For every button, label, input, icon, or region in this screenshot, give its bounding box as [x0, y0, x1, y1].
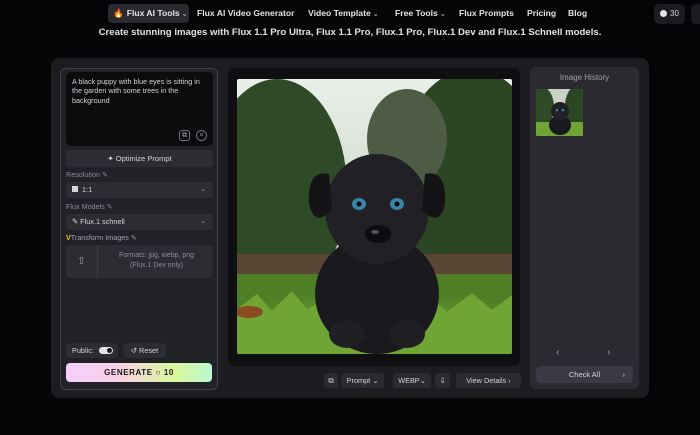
nav-free-tools[interactable]: Free Tools ⌄	[395, 4, 446, 23]
copy-icon: ⧉	[328, 376, 334, 385]
square-icon	[72, 186, 78, 192]
prompt-dropdown-label: Prompt	[346, 376, 371, 385]
format-dropdown-label: WEBP	[398, 376, 420, 385]
download-icon: ⇩	[439, 376, 446, 385]
history-thumbnail-puppy	[536, 89, 583, 136]
account-button[interactable]	[691, 4, 700, 24]
nav-free-tools-label: Free Tools	[395, 8, 438, 18]
download-button[interactable]: ⇩	[435, 373, 450, 388]
upload-formats-line1: Formats: jpg, webp, png	[118, 252, 195, 259]
chevron-right-icon: ›	[622, 370, 626, 379]
credit-coin-icon: ○	[155, 368, 161, 377]
nav-flux-prompts[interactable]: Flux Prompts	[459, 4, 514, 23]
view-details-button[interactable]: View Details ›	[456, 373, 521, 388]
nav-video-template[interactable]: Video Template ⌄	[308, 4, 379, 23]
public-toggle-group: Public:	[66, 343, 118, 358]
resolution-value: 1:1	[82, 185, 93, 194]
chevron-down-icon: ⌄	[372, 11, 379, 18]
upload-formats-text: Formats: jpg, webp, png (Flux.1 Dev only…	[100, 251, 213, 271]
public-toggle[interactable]	[99, 347, 113, 354]
resolution-label: Resolution ✎	[66, 170, 108, 179]
upload-icon[interactable]: ⇧	[66, 245, 98, 278]
reset-label: Reset	[139, 346, 159, 355]
magic-icon: ✦	[107, 154, 116, 163]
chevron-down-icon: ⌄	[419, 376, 426, 385]
model-select[interactable]: ✎ Flux.1 schnell ⌄	[66, 214, 213, 230]
pencil-icon: ✎	[130, 233, 137, 242]
prompt-input[interactable]: A black puppy with blue eyes is sitting …	[66, 72, 213, 146]
chevron-down-icon: ⌄	[200, 218, 206, 225]
chevron-down-icon: ⌄	[181, 11, 188, 18]
image-upload-dropzone[interactable]: ⇧ Formats: jpg, webp, png (Flux.1 Dev on…	[66, 245, 213, 278]
nav-brand-label: Flux AI Tools	[126, 8, 180, 18]
nav-blog[interactable]: Blog	[568, 4, 587, 23]
page-subtitle: Create stunning images with Flux 1.1 Pro…	[98, 27, 602, 38]
nav-pricing[interactable]: Pricing	[527, 4, 556, 23]
pencil-icon: ✎	[106, 202, 113, 211]
credit-coin-icon	[660, 10, 668, 17]
generated-image-puppy	[237, 79, 512, 354]
flux-models-label-text: Flux Models	[66, 202, 105, 211]
copy-icon[interactable]: ⧉	[179, 130, 190, 141]
clear-icon[interactable]: ×	[196, 130, 207, 141]
chevron-right-icon[interactable]: ›	[607, 347, 610, 358]
flux-models-label: Flux Models ✎	[66, 202, 113, 211]
image-history-title: Image History	[559, 73, 610, 82]
format-dropdown[interactable]: WEBP⌄	[393, 373, 431, 388]
check-all-label: Check All	[568, 370, 601, 379]
transform-images-label: VTransform Images ✎	[66, 233, 137, 242]
generate-label: GENERATE	[104, 368, 153, 377]
view-details-label: View Details	[466, 376, 507, 385]
chevron-right-icon: ›	[508, 376, 511, 385]
resolution-select[interactable]: 1:1 ⌄	[66, 182, 213, 198]
nav-video-generator[interactable]: Flux AI Video Generator	[197, 4, 294, 23]
model-value: Flux.1 schnell	[80, 217, 125, 226]
eraser-icon: ↺	[130, 346, 140, 355]
generate-cost: 10	[163, 368, 174, 377]
prompt-dropdown[interactable]: Prompt ⌄	[341, 373, 384, 388]
public-label: Public:	[72, 346, 94, 355]
copy-image-button[interactable]: ⧉	[324, 373, 338, 388]
credits-count: 30	[670, 9, 679, 18]
credits-badge[interactable]: 30	[654, 4, 685, 24]
resolution-label-text: Resolution	[66, 170, 100, 179]
generated-image[interactable]	[237, 79, 512, 354]
upload-formats-line2: (Flux.1 Dev only)	[130, 262, 183, 269]
nav-brand-menu[interactable]: 🔥 Flux AI Tools ⌄	[108, 4, 189, 23]
model-icon: ✎	[72, 217, 81, 226]
check-all-button[interactable]: Check All ›	[536, 366, 633, 383]
chevron-down-icon: ⌄	[439, 11, 446, 18]
generate-button[interactable]: GENERATE ○ 10	[66, 363, 212, 382]
prompt-text: A black puppy with blue eyes is sitting …	[72, 77, 200, 105]
history-thumbnail[interactable]	[536, 89, 583, 136]
top-nav: 🔥 Flux AI Tools ⌄ Flux AI Video Generator …	[0, 4, 700, 24]
optimize-prompt-label: Optimize Prompt	[115, 154, 172, 163]
chevron-left-icon[interactable]: ‹	[556, 347, 559, 358]
chevron-down-icon: ⌄	[200, 186, 206, 193]
flame-icon: 🔥	[113, 8, 124, 18]
nav-video-template-label: Video Template	[308, 8, 371, 18]
transform-label-text: Transform Images	[70, 233, 129, 242]
optimize-prompt-button[interactable]: ✦ Optimize Prompt	[66, 150, 213, 167]
reset-button[interactable]: ↺ Reset	[123, 343, 166, 358]
pencil-icon: ✎	[101, 170, 108, 179]
chevron-down-icon: ⌄	[372, 376, 379, 385]
